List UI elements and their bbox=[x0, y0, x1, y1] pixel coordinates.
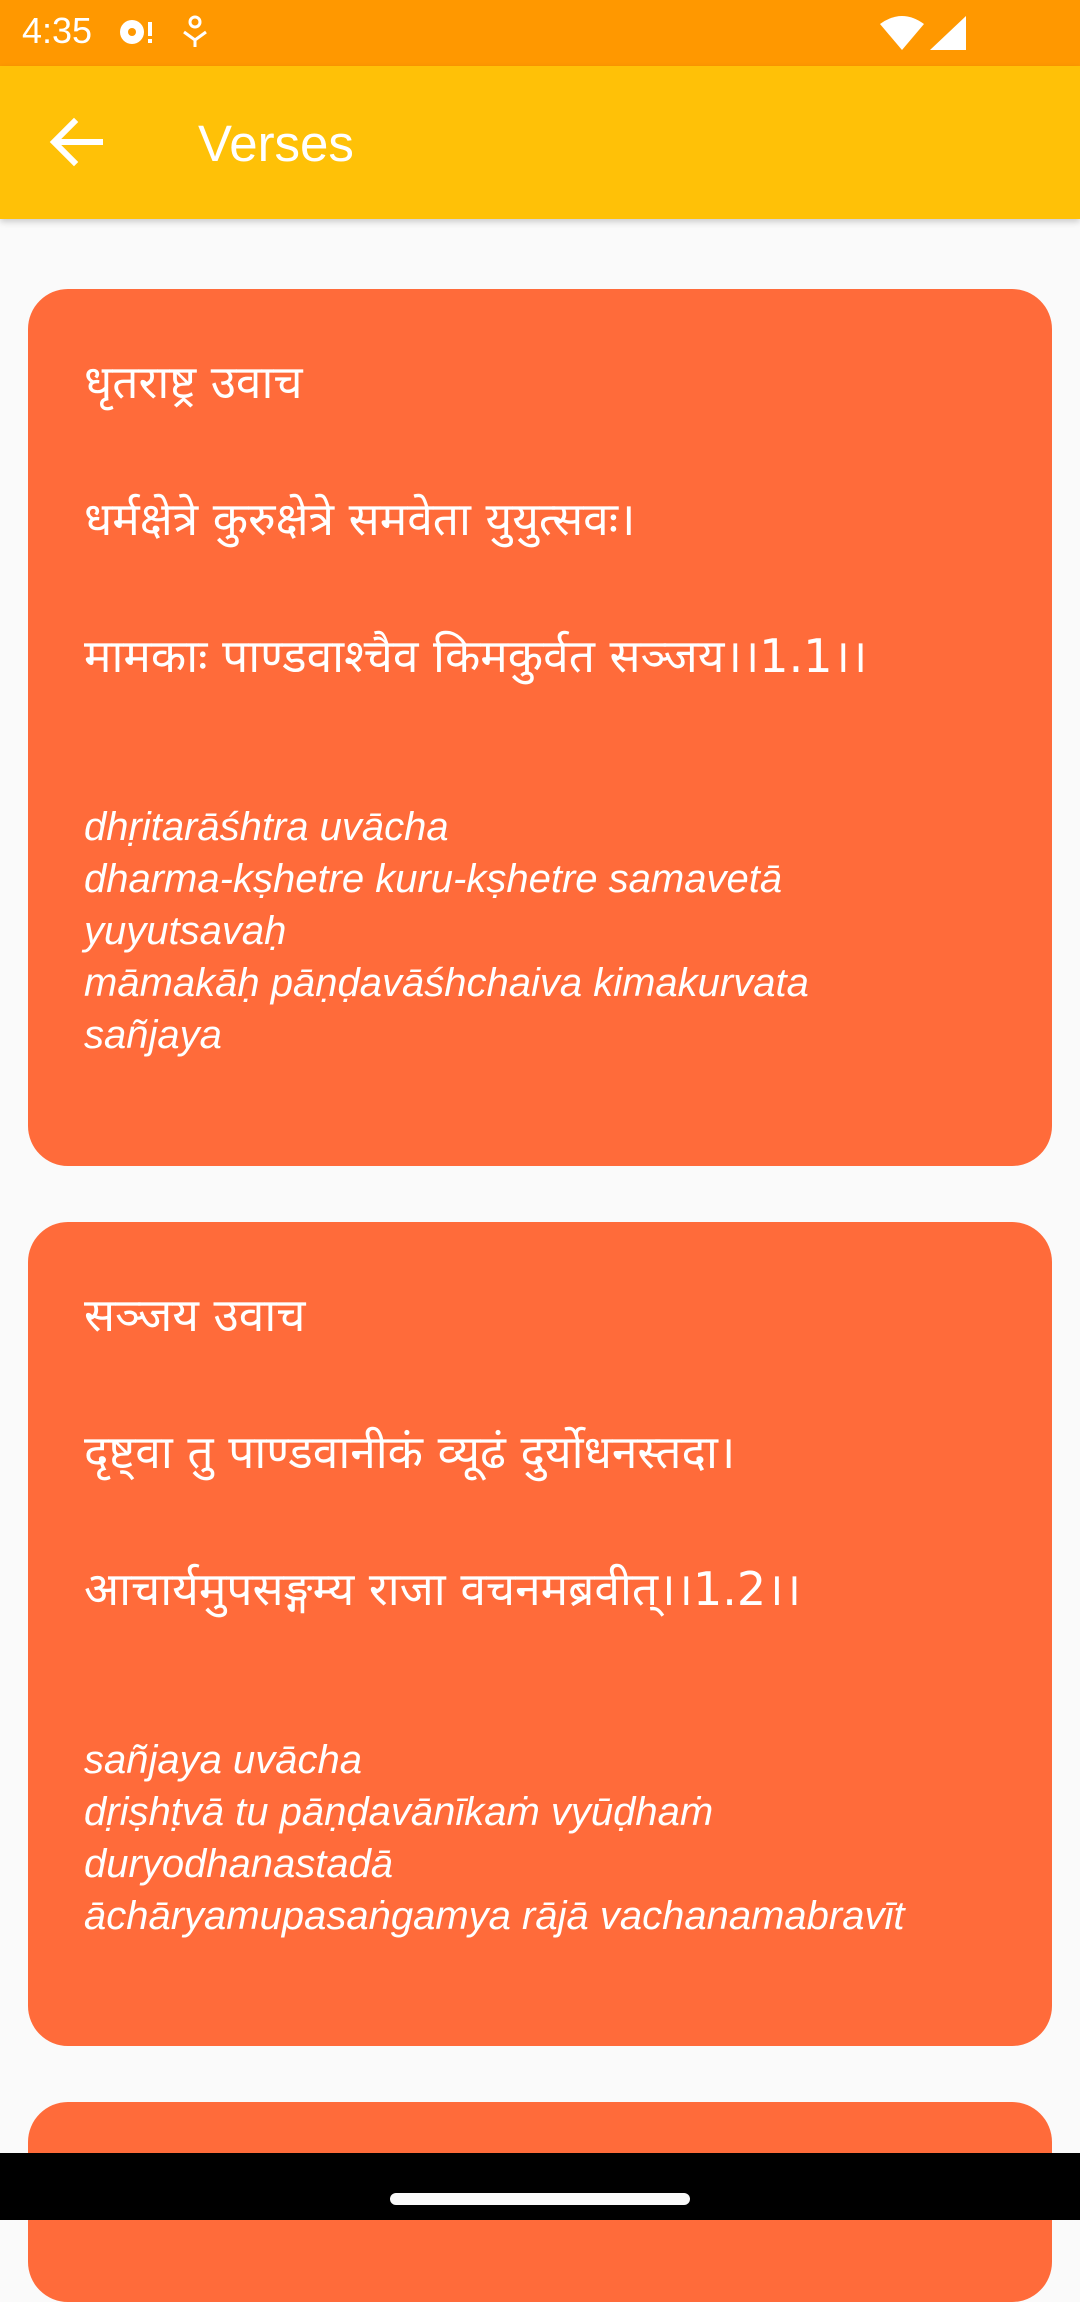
arrow-left-icon bbox=[40, 117, 112, 182]
transliteration-line: dṛiṣhṭvā tu pāṇḍavānīkaṁ vyūḍhaṁ bbox=[84, 1790, 714, 1834]
verse-line-2: मामकाः पाण्डवाश्चैव किमकुर्वत सञ्जय।।1.1… bbox=[84, 629, 868, 683]
verse-line-1: धर्मक्षेत्रे कुरुक्षेत्रे समवेता युयुत्स… bbox=[84, 492, 636, 546]
transliteration-line: yuyutsavaḥ bbox=[84, 909, 287, 953]
wifi-icon bbox=[878, 14, 926, 56]
transliteration-line: āchāryamupasaṅgamya rājā vachanamabravīt bbox=[84, 1894, 905, 1938]
verse-line-1: दृष्ट्वा तु पाण्डवानीकं व्यूढं दुर्योधनस… bbox=[84, 1425, 736, 1479]
transliteration-line: sañjaya uvācha bbox=[84, 1738, 362, 1782]
transliteration-line: sañjaya bbox=[84, 1013, 222, 1057]
verse-card[interactable]: सञ्जय उवाच दृष्ट्वा तु पाण्डवानीकं व्यूढ… bbox=[28, 1222, 1052, 2046]
verse-speaker: सञ्जय उवाच bbox=[84, 1288, 306, 1342]
transliteration-line: māmakāḥ pāṇḍavāśhchaiva kimakurvata bbox=[84, 961, 809, 1005]
status-time: 4:35 bbox=[22, 10, 93, 51]
navigation-bar bbox=[0, 2153, 1080, 2220]
app-bar: Verses bbox=[0, 66, 1080, 219]
transliteration-line: dhṛitarāśhtra uvācha bbox=[84, 805, 449, 849]
media-notification-icon bbox=[116, 14, 156, 54]
home-gesture-handle[interactable] bbox=[390, 2193, 690, 2205]
verse-transliteration: dhṛitarāśhtra uvācha dharma-kṣhetre kuru… bbox=[84, 801, 1004, 1061]
cellular-signal-icon bbox=[928, 14, 968, 56]
verse-speaker: धृतराष्ट्र उवाच bbox=[84, 355, 303, 409]
transliteration-line: dharma-kṣhetre kuru-kṣhetre samavetā bbox=[84, 857, 783, 901]
verse-transliteration: sañjaya uvācha dṛiṣhṭvā tu pāṇḍavānīkaṁ … bbox=[84, 1734, 1004, 1942]
notification-icon bbox=[180, 14, 210, 54]
back-button[interactable] bbox=[40, 106, 112, 178]
page-title: Verses bbox=[198, 115, 354, 172]
transliteration-line: duryodhanastadā bbox=[84, 1842, 394, 1886]
verse-card[interactable]: धृतराष्ट्र उवाच धर्मक्षेत्रे कुरुक्षेत्र… bbox=[28, 289, 1052, 1166]
status-bar: 4:35 bbox=[0, 0, 1080, 66]
verse-line-2: आचार्यमुपसङ्गम्य राजा वचनमब्रवीत्।।1.2।। bbox=[84, 1562, 802, 1616]
